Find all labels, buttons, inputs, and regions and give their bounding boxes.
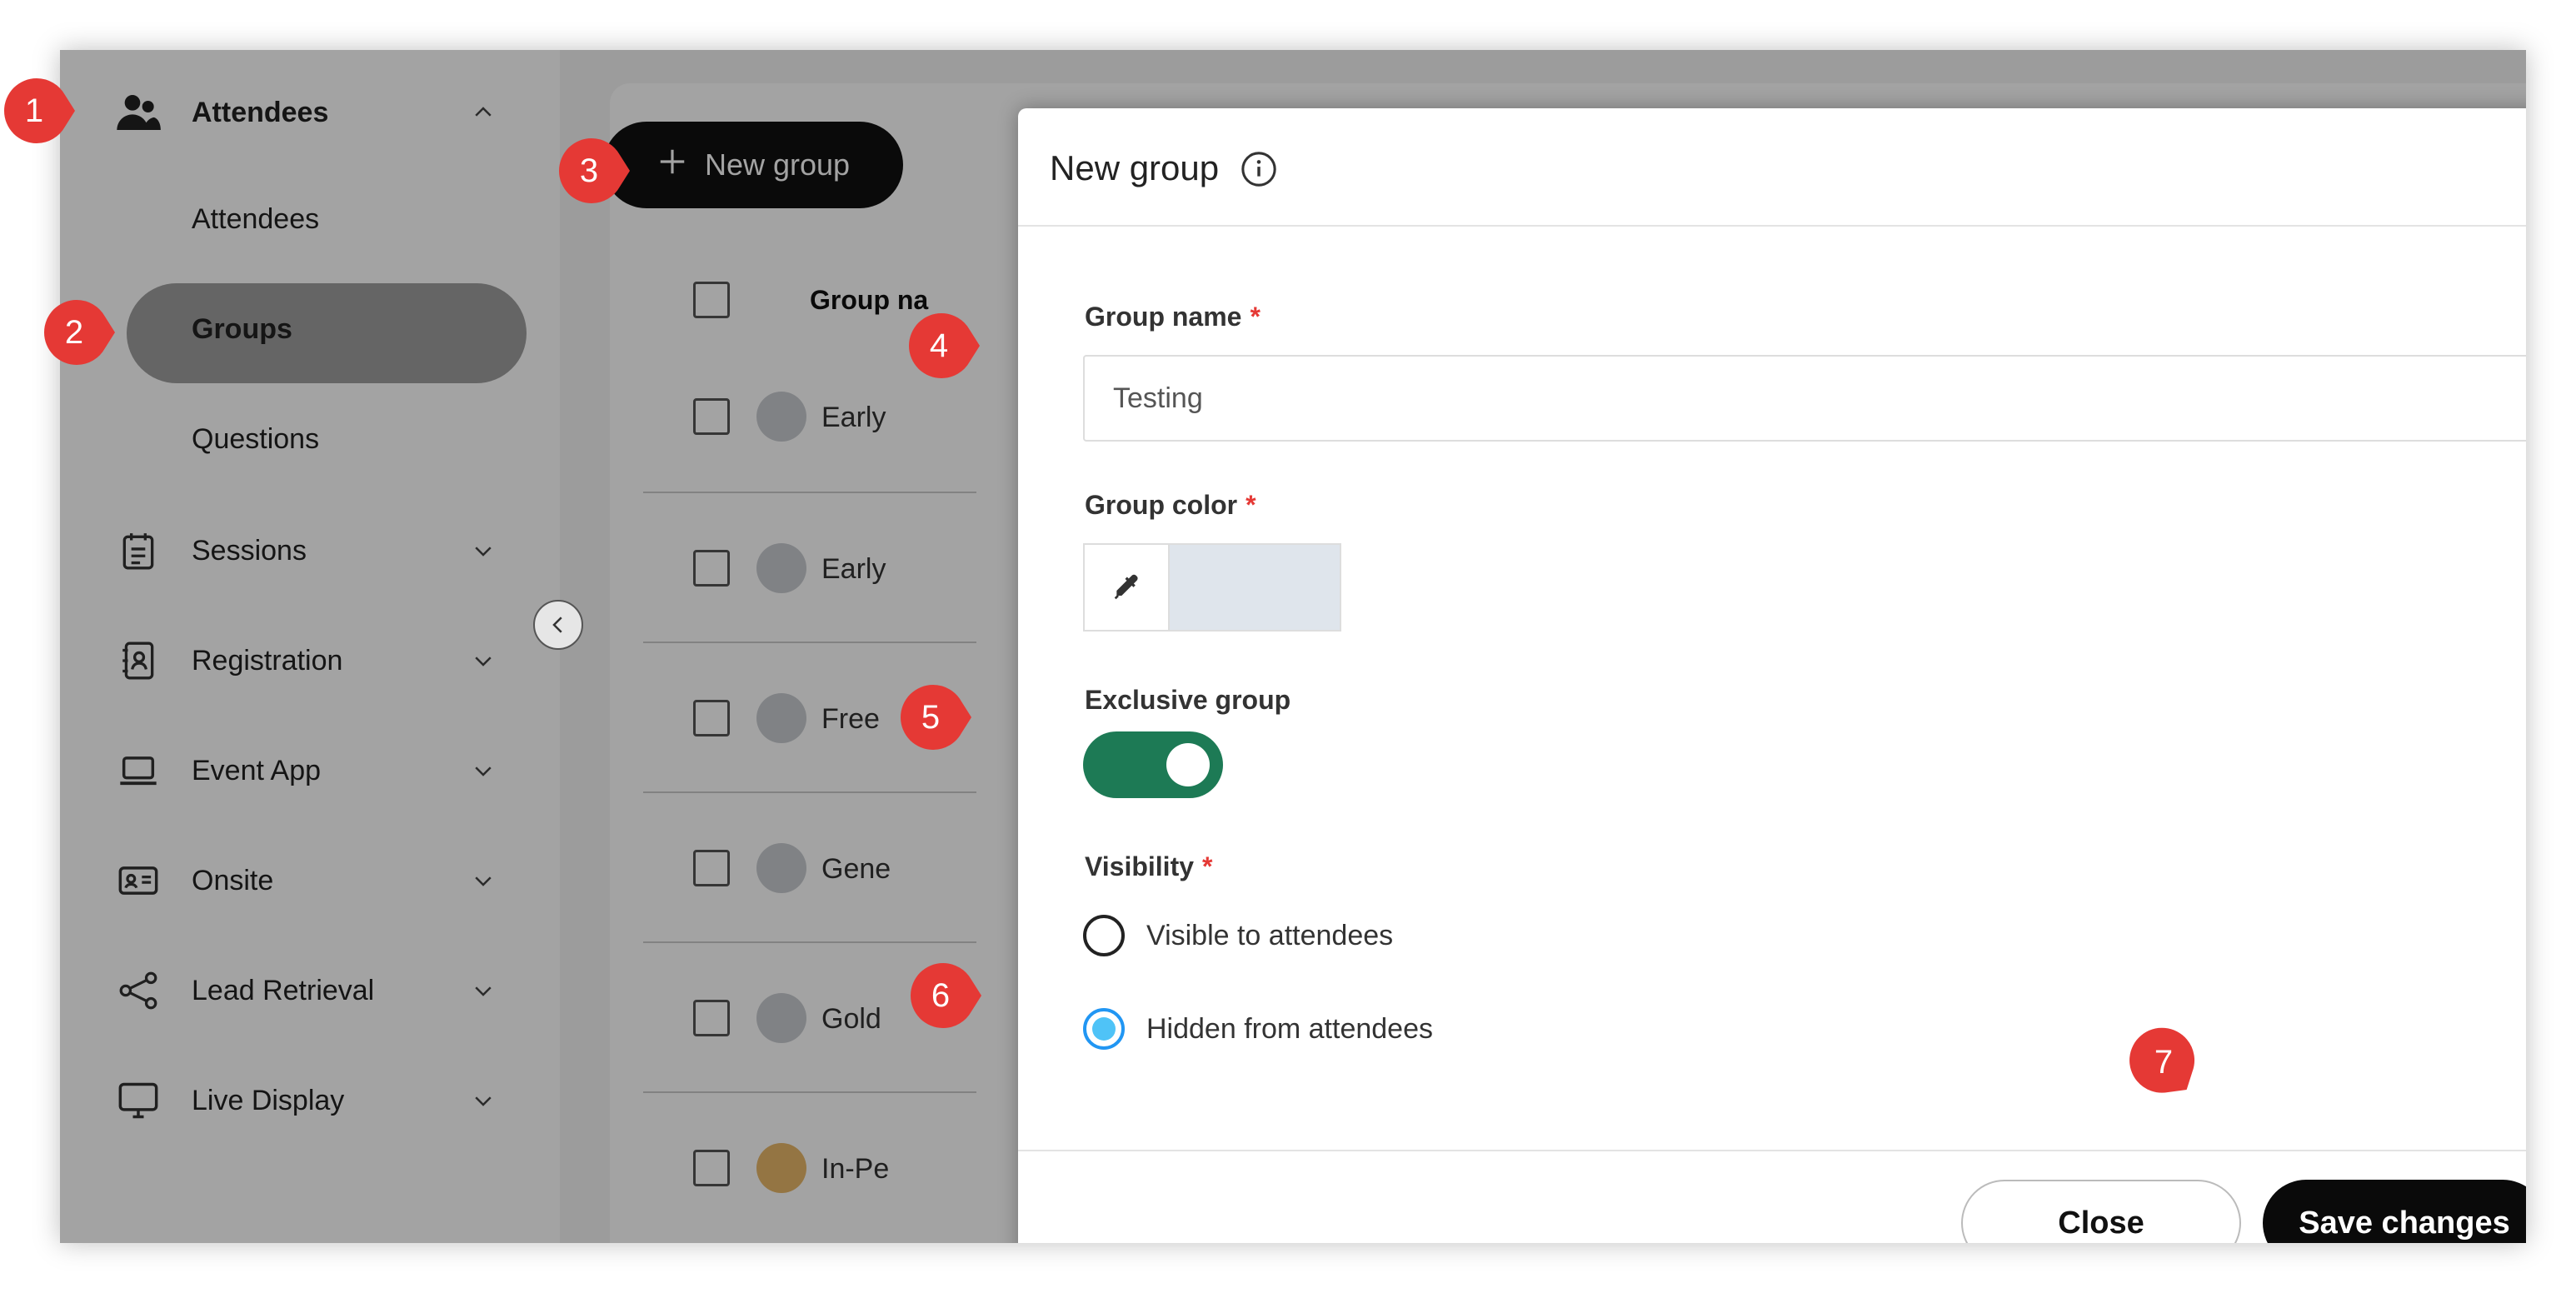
group-color-label: Group color * xyxy=(1085,490,1256,521)
exclusive-group-label: Exclusive group xyxy=(1085,685,1291,715)
visibility-label-text: Visibility xyxy=(1085,851,1195,881)
color-swatch[interactable] xyxy=(1170,545,1340,630)
callout-marker-5: 5 xyxy=(900,681,971,753)
callout-marker-4: 4 xyxy=(908,310,980,382)
radio-visible[interactable] xyxy=(1083,915,1125,956)
eyedropper-icon[interactable] xyxy=(1085,545,1170,630)
callout-marker-7: 7 xyxy=(2128,1026,2199,1098)
save-changes-button[interactable]: Save changes xyxy=(2263,1180,2526,1243)
callout-number: 3 xyxy=(579,152,599,189)
visibility-label: Visibility * xyxy=(1085,851,1212,882)
required-asterisk: * xyxy=(1246,490,1256,520)
callout-marker-2: 2 xyxy=(43,297,115,368)
callout-number: 5 xyxy=(921,698,941,736)
callout-number: 7 xyxy=(2154,1043,2174,1081)
visibility-option-visible[interactable]: Visible to attendees xyxy=(1083,915,1393,956)
radio-label: Hidden from attendees xyxy=(1146,1012,1433,1045)
close-button[interactable]: Close xyxy=(1961,1180,2241,1243)
callout-number: 1 xyxy=(24,92,44,129)
group-name-input[interactable]: Testing xyxy=(1083,355,2526,442)
visibility-option-hidden[interactable]: Hidden from attendees xyxy=(1083,1008,1433,1050)
callout-marker-6: 6 xyxy=(910,960,981,1031)
group-color-picker[interactable] xyxy=(1083,543,1341,632)
info-icon[interactable] xyxy=(1240,150,1278,188)
modal-title: New group xyxy=(1050,148,1220,187)
callout-marker-1: 1 xyxy=(3,75,75,147)
radio-hidden[interactable] xyxy=(1083,1008,1125,1050)
callout-number: 2 xyxy=(64,313,84,351)
toggle-knob xyxy=(1166,743,1210,786)
group-name-label-text: Group name xyxy=(1085,302,1242,332)
group-color-label-text: Group color xyxy=(1085,490,1238,520)
callout-marker-3: 3 xyxy=(558,135,630,207)
sidebar-collapse-button[interactable] xyxy=(533,600,583,650)
modal-footer: Close Save changes xyxy=(1018,1150,2526,1243)
callout-number: 4 xyxy=(929,327,949,364)
callout-number: 6 xyxy=(931,976,951,1014)
radio-label: Visible to attendees xyxy=(1146,919,1394,951)
new-group-modal: New group × Group name * Testing Group co… xyxy=(1018,108,2526,1243)
group-name-label: Group name * xyxy=(1085,302,1261,332)
exclusive-group-toggle[interactable] xyxy=(1083,731,1223,798)
required-asterisk: * xyxy=(1250,302,1261,332)
required-asterisk: * xyxy=(1202,851,1213,881)
modal-header: New group × xyxy=(1018,108,2526,227)
